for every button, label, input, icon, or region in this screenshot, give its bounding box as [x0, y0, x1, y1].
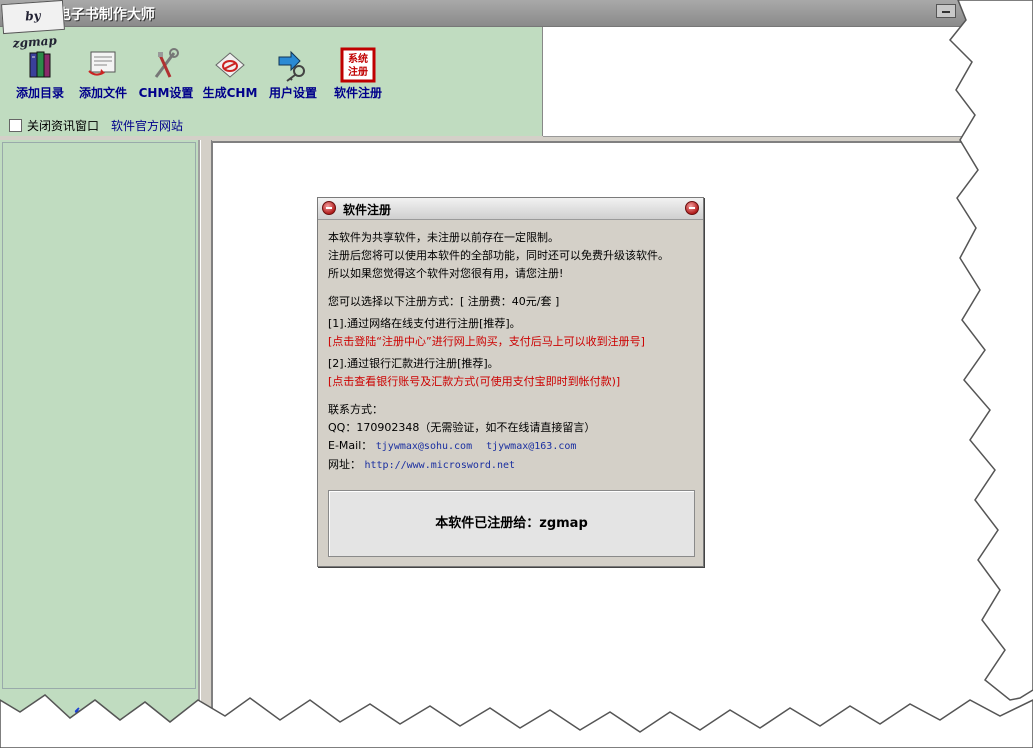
qq-value: 170902348（无需验证，如不在线请直接留言） [356, 421, 596, 434]
add-file-button[interactable]: 添加文件 [71, 47, 135, 101]
dialog-close-icon[interactable] [685, 201, 699, 215]
add-file-icon [85, 47, 121, 83]
qq-label: QQ： [328, 421, 357, 434]
website-link[interactable]: http://www.microsword.net [365, 460, 516, 471]
intro-line-3: 所以如果您觉得这个软件对您很有用，请您注册! [328, 267, 564, 280]
catalog-tree[interactable] [2, 142, 196, 689]
email-line: E-Mail： tjywmax@sohu.com tjywmax@163.com [328, 437, 695, 456]
build-chm-label: 生成CHM [202, 86, 258, 100]
move-left-arrow-icon[interactable]: ← [74, 701, 89, 722]
dialog-title-bar: 软件注册 [318, 198, 703, 220]
register-label: 软件注册 [333, 86, 382, 100]
close-news-label: 关闭资讯窗口 [27, 119, 100, 133]
website-line: 网址： http://www.microsword.net [328, 456, 695, 475]
add-file-label: 添加文件 [78, 86, 127, 100]
build-chm-icon [212, 47, 248, 83]
minimize-button[interactable] [936, 4, 956, 18]
register-dialog: 软件注册 本软件为共享软件，未注册以前存在一定限制。 注册后您将可以使用本软件的… [317, 197, 704, 567]
news-pane [543, 27, 970, 137]
method-1: [1].通过网络在线支付进行注册[推荐]。 [328, 317, 521, 330]
title-bar: CHM电子书制作大师 [0, 0, 970, 27]
close-news-checkbox[interactable]: 关闭资讯窗口 [9, 117, 99, 134]
catalog-tree-panel[interactable]: ↓ ← [0, 140, 200, 740]
add-catalog-label: 添加目录 [15, 86, 64, 100]
contact-heading: 联系方式： [328, 403, 383, 416]
chm-settings-label: CHM设置 [138, 86, 194, 100]
register-stamp-icon: 系统注册 [340, 47, 376, 83]
qq-line: QQ：170902348（无需验证，如不在线请直接留言） [328, 419, 695, 437]
checkbox-box[interactable] [9, 119, 22, 132]
method-2: [2].通过银行汇款进行注册[推荐]。 [328, 357, 499, 370]
registered-to-text: 本软件已注册给：zgmap [435, 516, 588, 531]
website-label: 网址： [328, 458, 361, 471]
intro-line-2: 注册后您将可以使用本软件的全部功能，同时还可以免费升级该软件。 [328, 249, 669, 262]
email-label: E-Mail： [328, 439, 373, 452]
dialog-title: 软件注册 [343, 203, 392, 217]
email-1[interactable]: tjywmax@sohu.com [376, 441, 472, 452]
move-down-arrow-icon[interactable]: ↓ [44, 701, 59, 722]
toolbar-area: 添加目录 添加文件 CHM设置 生成CHM 用户设置 系统注册 软件注册 关闭资… [0, 27, 543, 136]
method-2-link[interactable]: [点击查看银行账号及汇款方式(可使用支付宝即时到帐付款)] [328, 373, 695, 391]
chm-settings-button[interactable]: CHM设置 [134, 47, 198, 101]
user-key-icon [275, 47, 311, 83]
methods-heading: 您可以选择以下注册方式：[ 注册费：40元/套 ] [328, 295, 560, 308]
build-chm-button[interactable]: 生成CHM [198, 47, 262, 101]
email-2[interactable]: tjywmax@163.com [486, 441, 576, 452]
intro-line-1: 本软件为共享软件，未注册以前存在一定限制。 [328, 231, 559, 244]
tools-icon [148, 47, 184, 83]
official-site-link[interactable]: 软件官方网站 [111, 117, 183, 134]
zgmap-logo: by zgmap [1, 0, 65, 50]
tree-nav-bar: ↓ ← [0, 695, 198, 735]
user-settings-label: 用户设置 [268, 86, 317, 100]
dialog-menu-icon[interactable] [322, 201, 336, 215]
method-1-link[interactable]: [点击登陆“注册中心”进行网上购买，支付后马上可以收到注册号] [328, 333, 695, 351]
dialog-body: 本软件为共享软件，未注册以前存在一定限制。 注册后您将可以使用本软件的全部功能，… [328, 229, 695, 475]
registered-to-box: 本软件已注册给：zgmap [328, 490, 695, 557]
user-settings-button[interactable]: 用户设置 [261, 47, 325, 101]
register-button[interactable]: 系统注册 软件注册 [326, 47, 390, 101]
